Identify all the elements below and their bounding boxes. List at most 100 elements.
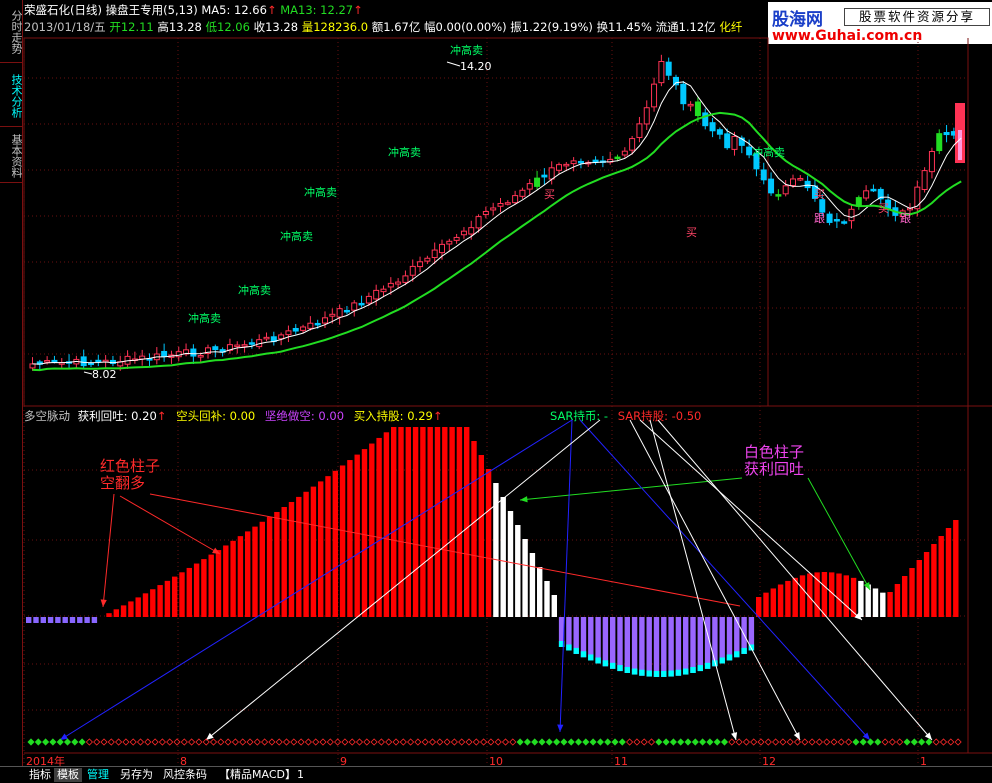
- histogram-bar: [33, 617, 39, 623]
- candle-body: [775, 194, 782, 197]
- candle-body: [139, 355, 146, 360]
- histogram-bar-cap: [588, 654, 594, 661]
- histogram-bar: [84, 617, 90, 623]
- histogram-bar: [40, 617, 46, 623]
- histogram-bar: [843, 575, 849, 617]
- candle-body: [424, 257, 431, 262]
- tab-page-1[interactable]: 1: [294, 768, 307, 782]
- candle-body: [278, 334, 285, 340]
- histogram-bar: [237, 536, 244, 617]
- candle-body: [790, 178, 796, 186]
- tab-risk-bar[interactable]: 风控条码: [160, 768, 210, 782]
- candle-body: [760, 169, 767, 181]
- signal-diamond: [786, 738, 794, 746]
- histogram-bar-cap: [697, 665, 703, 672]
- x-axis-label: 9: [340, 755, 347, 766]
- candle-body: [870, 188, 877, 192]
- candle-body: [490, 207, 497, 211]
- tab-save-as[interactable]: 另存为: [117, 768, 156, 782]
- signal-diamond: [531, 738, 539, 746]
- candle-body: [322, 317, 328, 324]
- signal-diamond: [239, 738, 247, 746]
- signal-diamond: [684, 738, 692, 746]
- candle-body: [746, 146, 753, 156]
- candle-body: [395, 281, 402, 285]
- histogram-bar: [770, 588, 776, 617]
- signal-diamond: [596, 738, 604, 746]
- histogram-bar: [142, 593, 149, 617]
- signal-diamond: [501, 738, 510, 746]
- signal-diamond: [443, 738, 451, 746]
- signal-diamond: [385, 738, 393, 746]
- signal-diamond: [910, 738, 918, 746]
- signal-sell-high: 冲高卖: [188, 311, 221, 325]
- arrow-white-5: [629, 419, 801, 741]
- tab-indicators[interactable]: 指标: [26, 768, 54, 782]
- histogram-bar: [595, 617, 601, 664]
- signal-diamond: [801, 738, 809, 746]
- candle-body: [512, 195, 519, 204]
- signal-diamond: [757, 738, 765, 746]
- tab-macd[interactable]: 【精品MACD】: [216, 768, 299, 782]
- signal-diamond: [618, 738, 626, 746]
- histogram-bar-cap: [690, 666, 696, 673]
- signal-diamond: [348, 738, 356, 746]
- histogram-bar: [894, 584, 901, 617]
- candle-body: [841, 221, 848, 224]
- candle-body: [636, 123, 643, 138]
- signal-diamond: [545, 738, 553, 746]
- histogram-bar-cap: [595, 657, 601, 664]
- histogram-bar-cap: [734, 651, 740, 658]
- signal-diamond: [188, 738, 196, 746]
- signal-diamond: [275, 738, 283, 746]
- tab-templates[interactable]: 模板: [54, 768, 82, 782]
- histogram-bar: [332, 470, 338, 617]
- candle-body: [548, 167, 555, 180]
- arrow-blue-2: [559, 419, 573, 733]
- x-axis-label: 8: [180, 755, 187, 766]
- histogram-bar-cap: [624, 666, 630, 673]
- signal-diamond: [78, 738, 86, 746]
- candle-body: [314, 322, 321, 326]
- candle-body: [665, 61, 672, 76]
- signal-diamond: [472, 738, 480, 746]
- signal-sell-high: 冲高卖: [280, 229, 313, 243]
- stock-chart[interactable]: 冲高卖冲高卖冲高卖冲高卖冲高卖冲高卖冲高卖买买买买跟 跟14.208.022014…: [0, 0, 992, 766]
- histogram-bar: [668, 617, 674, 677]
- histogram-bar: [624, 617, 630, 673]
- histogram-bar: [223, 545, 229, 617]
- candle-body: [782, 185, 789, 195]
- candle-body: [468, 227, 475, 235]
- histogram-bar: [325, 476, 331, 617]
- candle-body: [300, 326, 307, 331]
- signal-diamond: [414, 738, 422, 746]
- candle-body: [482, 211, 489, 216]
- histogram-bar: [230, 540, 236, 617]
- histogram-bar: [945, 528, 952, 617]
- candle-body: [307, 322, 314, 329]
- candle-body: [44, 360, 51, 363]
- low-price-label: 8.02: [92, 368, 117, 381]
- candle-body: [336, 308, 343, 318]
- signal-diamond: [253, 738, 261, 746]
- tab-manage[interactable]: 管理: [84, 768, 112, 782]
- histogram-bar: [376, 437, 382, 617]
- signal-diamond: [151, 738, 159, 746]
- signal-diamond: [27, 738, 35, 746]
- candle-body: [234, 344, 241, 348]
- signal-diamond: [939, 738, 948, 746]
- histogram-bar: [923, 552, 930, 617]
- histogram-bar: [902, 576, 908, 617]
- signal-buy: 买: [544, 188, 555, 201]
- histogram-bar-cap: [726, 654, 733, 661]
- signal-diamond: [407, 738, 415, 746]
- histogram-bar: [909, 568, 915, 617]
- signal-diamond: [421, 738, 429, 746]
- x-axis-label: 1: [920, 755, 927, 766]
- signal-sell-high: 冲高卖: [304, 185, 337, 199]
- signal-diamond: [859, 738, 867, 746]
- histogram-bar: [164, 580, 171, 617]
- bottom-toolbar: 指标 模板 管理 另存为 风控条码 【精品MACD】 1: [0, 766, 992, 783]
- candle-body: [417, 261, 424, 268]
- candle-body: [921, 170, 928, 190]
